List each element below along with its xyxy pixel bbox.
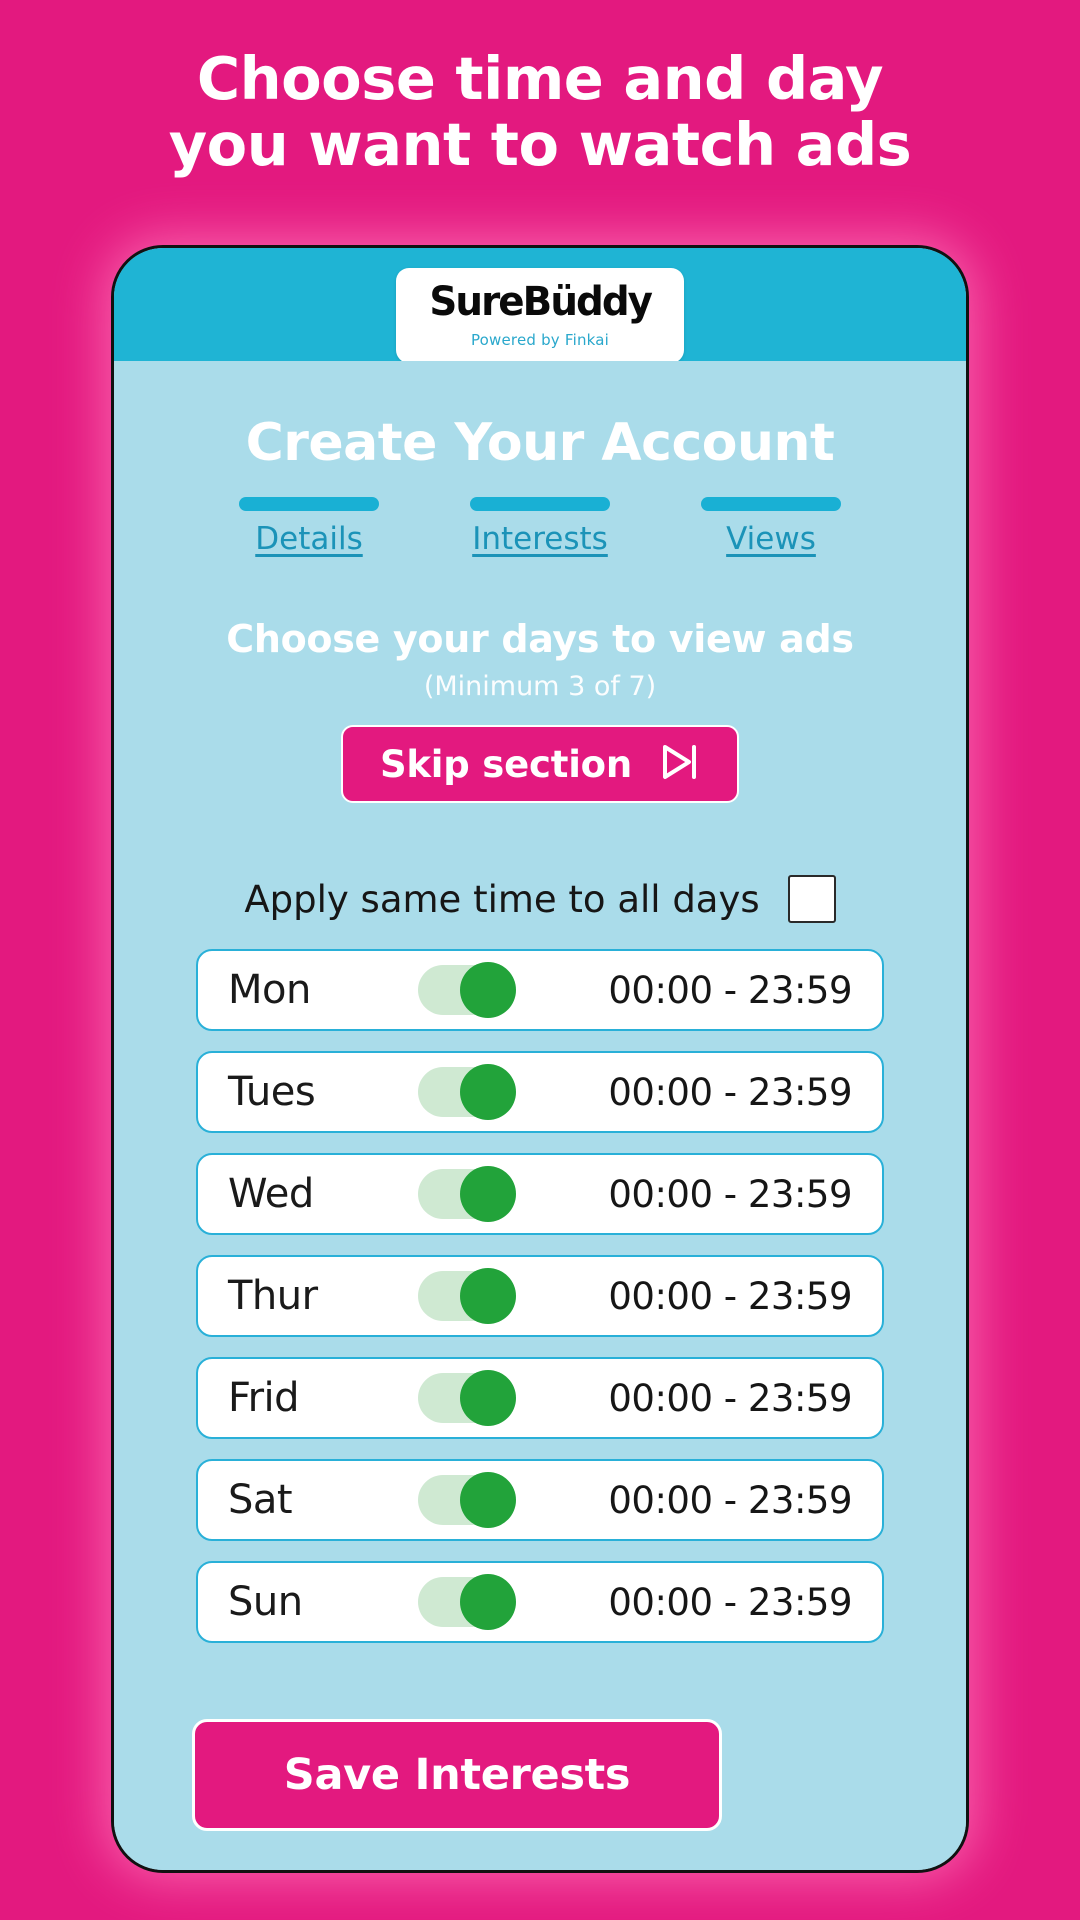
day-time-range[interactable]: 00:00 - 23:59: [608, 1173, 852, 1216]
skip-section-label: Skip section: [379, 742, 633, 786]
toggle-knob: [460, 1472, 516, 1528]
day-row-mon[interactable]: Mon 00:00 - 23:59: [196, 949, 884, 1031]
day-row-thur[interactable]: Thur 00:00 - 23:59: [196, 1255, 884, 1337]
skip-section-row: Skip section: [114, 725, 966, 803]
day-label: Wed: [228, 1171, 314, 1217]
promo-heading: Choose time and day you want to watch ad…: [0, 0, 1080, 178]
step-label-interests[interactable]: Interests: [472, 521, 608, 557]
step-progress: Details Interests Views: [114, 473, 966, 557]
day-time-range[interactable]: 00:00 - 23:59: [608, 1275, 852, 1318]
app-screen: Create Your Account Details Interests Vi…: [114, 361, 966, 1870]
day-time-range[interactable]: 00:00 - 23:59: [608, 1581, 852, 1624]
day-label: Tues: [228, 1069, 316, 1115]
step-bar-interests: [470, 497, 610, 511]
app-logo-tagline: Powered by Finkai: [470, 331, 610, 349]
day-row-sun[interactable]: Sun 00:00 - 23:59: [196, 1561, 884, 1643]
apply-all-label: Apply same time to all days: [244, 877, 760, 921]
toggle-knob: [460, 1574, 516, 1630]
step-label-views[interactable]: Views: [726, 521, 816, 557]
day-toggle[interactable]: [418, 1472, 516, 1528]
save-interests-button[interactable]: Save Interests: [192, 1719, 722, 1831]
toggle-knob: [460, 1064, 516, 1120]
day-label: Sat: [228, 1477, 293, 1523]
step-bar-details: [239, 497, 379, 511]
day-time-range[interactable]: 00:00 - 23:59: [608, 969, 852, 1012]
page-title: Create Your Account: [245, 413, 835, 473]
step-bar-views: [701, 497, 841, 511]
toggle-knob: [460, 1370, 516, 1426]
skip-section-button[interactable]: Skip section: [341, 725, 739, 803]
day-toggle[interactable]: [418, 1064, 516, 1120]
day-toggle[interactable]: [418, 962, 516, 1018]
day-list: Mon 00:00 - 23:59 Tues 00:00 - 23:59 Wed…: [114, 949, 966, 1643]
skip-forward-icon: [658, 741, 700, 787]
toggle-knob: [460, 962, 516, 1018]
day-row-sat[interactable]: Sat 00:00 - 23:59: [196, 1459, 884, 1541]
day-toggle[interactable]: [418, 1166, 516, 1222]
promo-heading-line-2: you want to watch ads: [168, 110, 912, 180]
step-label-details[interactable]: Details: [255, 521, 362, 557]
phone-frame: SureBüddy Powered by Finkai Create Your …: [111, 245, 969, 1873]
step-interests[interactable]: Interests: [455, 497, 625, 557]
day-toggle[interactable]: [418, 1268, 516, 1324]
day-label: Thur: [228, 1273, 318, 1319]
day-row-wed[interactable]: Wed 00:00 - 23:59: [196, 1153, 884, 1235]
promo-heading-line-1: Choose time and day: [196, 44, 884, 113]
day-toggle[interactable]: [418, 1370, 516, 1426]
day-row-tues[interactable]: Tues 00:00 - 23:59: [196, 1051, 884, 1133]
day-label: Mon: [228, 967, 311, 1013]
day-toggle[interactable]: [418, 1574, 516, 1630]
day-time-range[interactable]: 00:00 - 23:59: [608, 1479, 852, 1522]
section-title: Choose your days to view ads: [226, 617, 854, 661]
app-logo: SureBüddy Powered by Finkai: [396, 268, 684, 363]
app-logo-wordmark: SureBüddy: [429, 279, 653, 325]
day-label: Sun: [228, 1579, 303, 1625]
step-views[interactable]: Views: [686, 497, 856, 557]
apply-all-checkbox[interactable]: [787, 875, 836, 923]
day-label: Frid: [228, 1375, 300, 1421]
toggle-knob: [460, 1268, 516, 1324]
step-details[interactable]: Details: [224, 497, 394, 557]
apply-all-row: Apply same time to all days: [114, 875, 966, 923]
day-time-range[interactable]: 00:00 - 23:59: [608, 1071, 852, 1114]
day-row-frid[interactable]: Frid 00:00 - 23:59: [196, 1357, 884, 1439]
app-header: SureBüddy Powered by Finkai: [114, 248, 966, 363]
save-interests-label: Save Interests: [283, 1750, 631, 1800]
day-time-range[interactable]: 00:00 - 23:59: [608, 1377, 852, 1420]
section-subtitle: (Minimum 3 of 7): [423, 671, 657, 702]
toggle-knob: [460, 1166, 516, 1222]
